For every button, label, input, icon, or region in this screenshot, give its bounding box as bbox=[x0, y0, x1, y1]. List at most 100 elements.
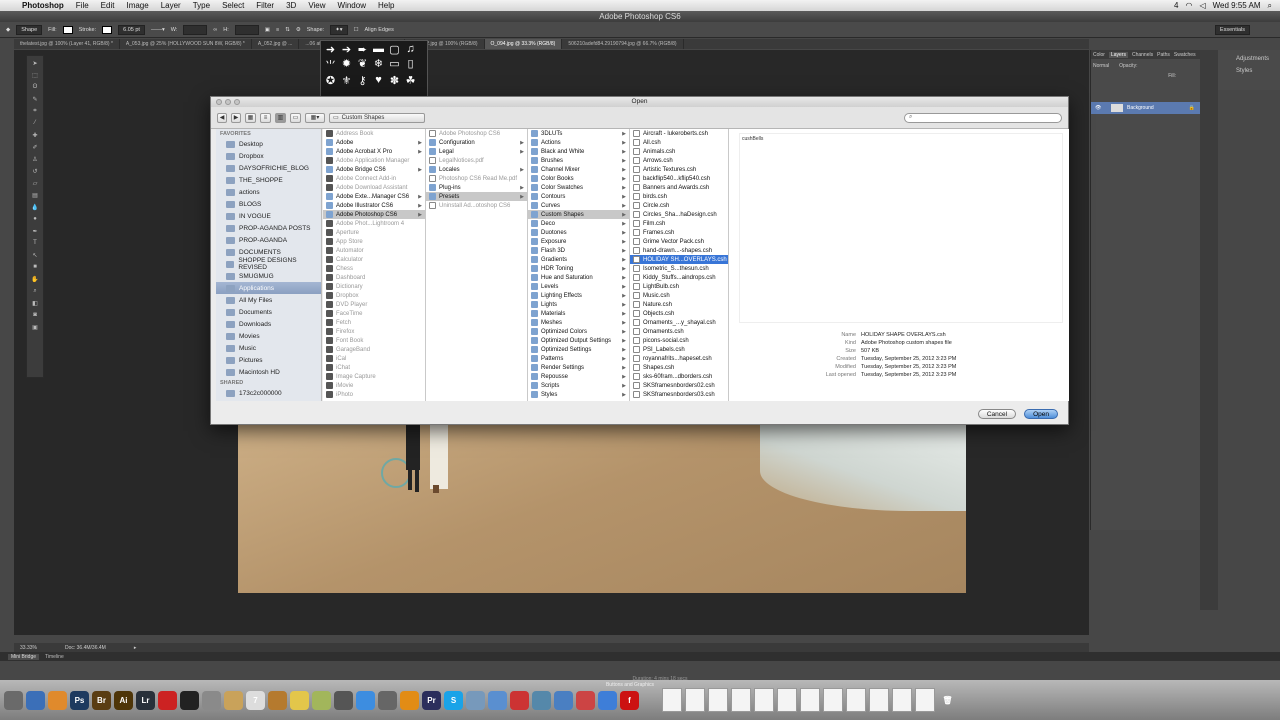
column-item[interactable]: Ornaments_...y_shayal.csh bbox=[630, 318, 728, 327]
tool-mode-select[interactable]: Shape bbox=[16, 24, 43, 35]
dock-document-icon[interactable] bbox=[869, 688, 889, 712]
column-item[interactable]: Banners and Awards.csh bbox=[630, 183, 728, 192]
search-input[interactable] bbox=[904, 112, 1062, 123]
menu-window[interactable]: Window bbox=[332, 1, 372, 10]
column-item[interactable]: Aperture bbox=[323, 228, 425, 237]
dock-app-icon[interactable] bbox=[554, 690, 573, 710]
document-tab[interactable]: A_053.jpg @ 25% (HOLLYWOOD SUN 8W, RGB/8… bbox=[120, 39, 252, 49]
blur-tool-icon[interactable]: 💧 bbox=[27, 202, 43, 212]
column-item[interactable]: Materials ▶ bbox=[528, 309, 629, 318]
status-arrow-icon[interactable]: ▸ bbox=[134, 645, 137, 651]
link-icon[interactable]: ∞ bbox=[213, 27, 217, 33]
foreground-background-swatch[interactable]: ◧ bbox=[27, 298, 43, 308]
close-icon[interactable] bbox=[216, 99, 222, 105]
dock-app-icon[interactable] bbox=[158, 690, 177, 710]
back-button[interactable]: ◀ bbox=[217, 112, 227, 123]
column-item[interactable]: Dashboard bbox=[323, 273, 425, 282]
column-item[interactable]: Deco ▶ bbox=[528, 219, 629, 228]
music-note-icon[interactable]: ♫ bbox=[403, 43, 418, 56]
sidebar-item[interactable]: Downloads bbox=[216, 318, 321, 330]
eraser-tool-icon[interactable]: ▱ bbox=[27, 178, 43, 188]
forward-button[interactable]: ▶ bbox=[231, 112, 241, 123]
dock-app-icon[interactable]: Ps bbox=[70, 690, 89, 710]
sidebar-item[interactable]: Pictures bbox=[216, 354, 321, 366]
frame-shape-icon[interactable]: ▯ bbox=[403, 57, 418, 73]
column-item[interactable]: All.csh bbox=[630, 138, 728, 147]
column-item[interactable]: Objects.csh bbox=[630, 309, 728, 318]
dock-app-icon[interactable] bbox=[202, 690, 221, 710]
type-tool-icon[interactable]: T bbox=[27, 238, 43, 248]
column-view-button[interactable]: ▥ bbox=[275, 112, 286, 123]
path-align-icon[interactable]: ≡ bbox=[276, 27, 279, 33]
dock-app-icon[interactable] bbox=[598, 690, 617, 710]
menu-3d[interactable]: 3D bbox=[280, 1, 302, 10]
dock-document-icon[interactable] bbox=[777, 688, 797, 712]
column-item[interactable]: Adobe Bridge CS6 ▶ bbox=[323, 165, 425, 174]
column-item[interactable]: PSI_Labels.csh bbox=[630, 345, 728, 354]
column-item[interactable]: Optimized Colors ▶ bbox=[528, 327, 629, 336]
column-item[interactable]: Animals.csh bbox=[630, 147, 728, 156]
menu-app-name[interactable]: Photoshop bbox=[16, 1, 70, 10]
path-ops-icon[interactable]: ▣ bbox=[265, 27, 270, 33]
column-item[interactable]: Calculator bbox=[323, 255, 425, 264]
dodge-tool-icon[interactable]: ● bbox=[27, 214, 43, 224]
column-item[interactable]: hand-drawn...-shapes.csh bbox=[630, 246, 728, 255]
column-item[interactable]: Automator bbox=[323, 246, 425, 255]
column-item[interactable]: Shapes.csh bbox=[630, 363, 728, 372]
column-item[interactable]: Lighting Effects ▶ bbox=[528, 291, 629, 300]
column-item[interactable]: Styles ▶ bbox=[528, 390, 629, 399]
column-item[interactable]: Font Book bbox=[323, 336, 425, 345]
column-item[interactable]: Adobe Illustrator CS6 ▶ bbox=[323, 201, 425, 210]
sidebar-item[interactable]: Music bbox=[216, 342, 321, 354]
sidebar-item[interactable]: BLOGS bbox=[216, 198, 321, 210]
column-item[interactable]: LegalNotices.pdf bbox=[426, 156, 527, 165]
dock-app-icon[interactable] bbox=[356, 690, 375, 710]
gear-icon[interactable]: ⚙ bbox=[296, 27, 301, 33]
sidebar-item[interactable]: SMUGMUG bbox=[216, 270, 321, 282]
dock-app-icon[interactable] bbox=[26, 690, 45, 710]
column-item[interactable]: FaceTime bbox=[323, 309, 425, 318]
zoom-tool-icon[interactable]: ⌕ bbox=[27, 286, 43, 296]
column-item[interactable]: Meshes ▶ bbox=[528, 318, 629, 327]
column-item[interactable]: HDR Toning ▶ bbox=[528, 264, 629, 273]
column-item[interactable]: Circle.csh bbox=[630, 201, 728, 210]
arrow-shape-icon[interactable]: ➜ bbox=[323, 43, 338, 56]
column-item[interactable]: Adobe ▶ bbox=[323, 138, 425, 147]
dock-app-icon[interactable] bbox=[576, 690, 595, 710]
column-item[interactable]: SKSframesnborders03.csh bbox=[630, 390, 728, 399]
menu-type[interactable]: Type bbox=[187, 1, 216, 10]
pen-tool-icon[interactable]: ✒ bbox=[27, 226, 43, 236]
fill-swatch[interactable] bbox=[62, 25, 73, 34]
column-item[interactable]: SKSframesnborders02.csh bbox=[630, 381, 728, 390]
dock-app-icon[interactable] bbox=[334, 690, 353, 710]
dock-app-icon[interactable] bbox=[48, 690, 67, 710]
trash-icon[interactable]: 🗑 bbox=[938, 691, 957, 710]
dock-app-icon[interactable] bbox=[268, 690, 287, 710]
column-item[interactable]: Custom Shapes ▶ bbox=[528, 210, 629, 219]
column-item[interactable]: Fetch bbox=[323, 318, 425, 327]
column-item[interactable]: Adobe Exte...Manager CS6 ▶ bbox=[323, 192, 425, 201]
panel-tab-swatches[interactable]: Swatches bbox=[1174, 52, 1196, 58]
column-item[interactable]: Arrows.csh bbox=[630, 156, 728, 165]
shape-tool-icon[interactable]: ■ bbox=[27, 262, 43, 272]
shape-picker-button[interactable]: ✦▾ bbox=[330, 24, 348, 35]
column-item[interactable]: Adobe Download Assistant bbox=[323, 183, 425, 192]
sidebar-item[interactable]: DAYSOFRICHIE_BLOG bbox=[216, 162, 321, 174]
dock-app-icon[interactable]: Lr bbox=[136, 690, 155, 710]
quick-mask-icon[interactable]: ◙ bbox=[27, 310, 43, 320]
column-item[interactable]: DVD Player bbox=[323, 300, 425, 309]
arrow-shape-icon[interactable]: ➨ bbox=[355, 43, 370, 56]
screen-mode-icon[interactable]: ▣ bbox=[27, 322, 43, 332]
menu-image[interactable]: Image bbox=[120, 1, 154, 10]
column-item[interactable]: Gradients ▶ bbox=[528, 255, 629, 264]
splat-icon[interactable]: ✽ bbox=[387, 74, 402, 87]
menu-help[interactable]: Help bbox=[372, 1, 400, 10]
menu-layer[interactable]: Layer bbox=[155, 1, 187, 10]
path-select-tool-icon[interactable]: ↖ bbox=[27, 250, 43, 260]
open-button[interactable]: Open bbox=[1024, 409, 1058, 419]
column-item[interactable]: Firefox bbox=[323, 327, 425, 336]
column-item[interactable]: HOLIDAY SH...OVERLAYS.csh bbox=[630, 255, 728, 264]
panel-tab-channels[interactable]: Channels bbox=[1132, 52, 1153, 58]
column-item[interactable]: Flash 3D ▶ bbox=[528, 246, 629, 255]
snowflake-icon[interactable]: ❄ bbox=[371, 57, 386, 73]
